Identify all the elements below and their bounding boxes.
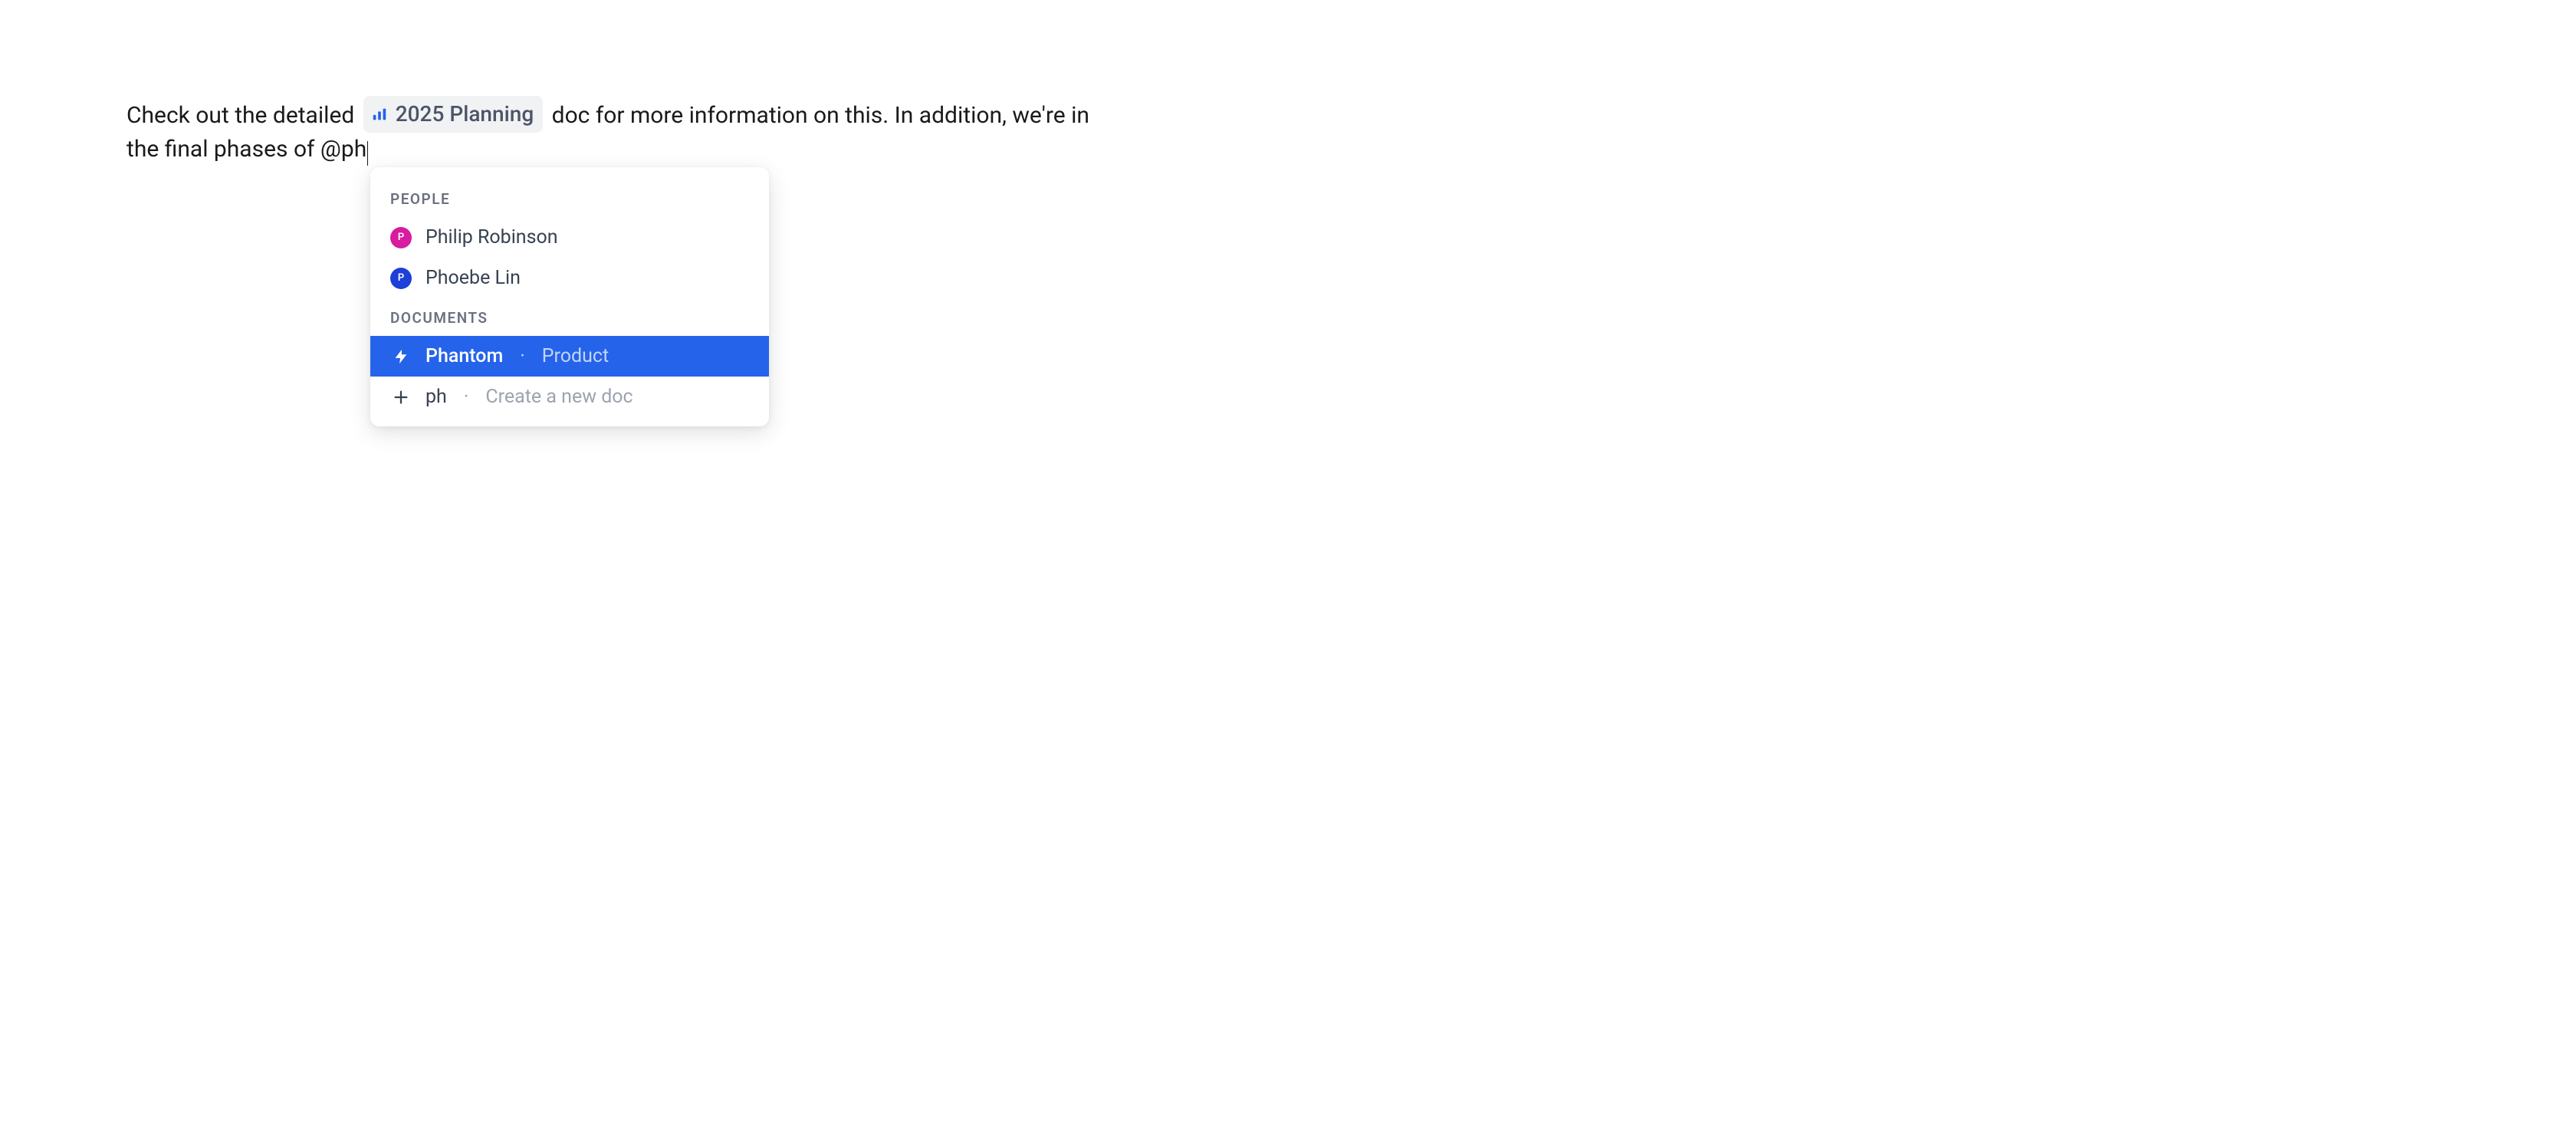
doc-chip[interactable]: 2025 Planning xyxy=(363,96,543,133)
mention-item-person[interactable]: P Phoebe Lin xyxy=(370,258,769,298)
mention-item-label: ph xyxy=(426,386,447,408)
mention-item-sub: Product xyxy=(542,345,609,367)
mention-autocomplete-popup: PEOPLE P Philip Robinson P Phoebe Lin DO… xyxy=(370,167,769,426)
mention-item-label: Philip Robinson xyxy=(426,226,558,248)
plus-icon xyxy=(390,387,412,408)
mention-item-label: Phantom xyxy=(426,345,503,367)
section-header-people: PEOPLE xyxy=(370,179,769,217)
bolt-icon xyxy=(390,346,412,367)
mention-query-text: @ph xyxy=(320,136,366,163)
mention-item-person[interactable]: P Philip Robinson xyxy=(370,217,769,258)
editor-text-area[interactable]: Check out the detailed 2025 Planning doc… xyxy=(127,96,1123,166)
text-cursor xyxy=(367,141,368,166)
mention-item-label: Phoebe Lin xyxy=(426,267,521,289)
separator-dot: · xyxy=(520,345,525,367)
editor-text-before: Check out the detailed xyxy=(127,102,360,129)
section-header-documents: DOCUMENTS xyxy=(370,298,769,336)
avatar: P xyxy=(390,227,412,248)
avatar: P xyxy=(390,268,412,289)
mention-item-sub: Create a new doc xyxy=(485,386,632,408)
separator-dot: · xyxy=(464,386,469,408)
mention-item-document[interactable]: Phantom · Product xyxy=(370,336,769,377)
chart-bar-icon xyxy=(371,106,388,123)
doc-chip-label: 2025 Planning xyxy=(396,97,534,131)
mention-item-create-doc[interactable]: ph · Create a new doc xyxy=(370,377,769,417)
